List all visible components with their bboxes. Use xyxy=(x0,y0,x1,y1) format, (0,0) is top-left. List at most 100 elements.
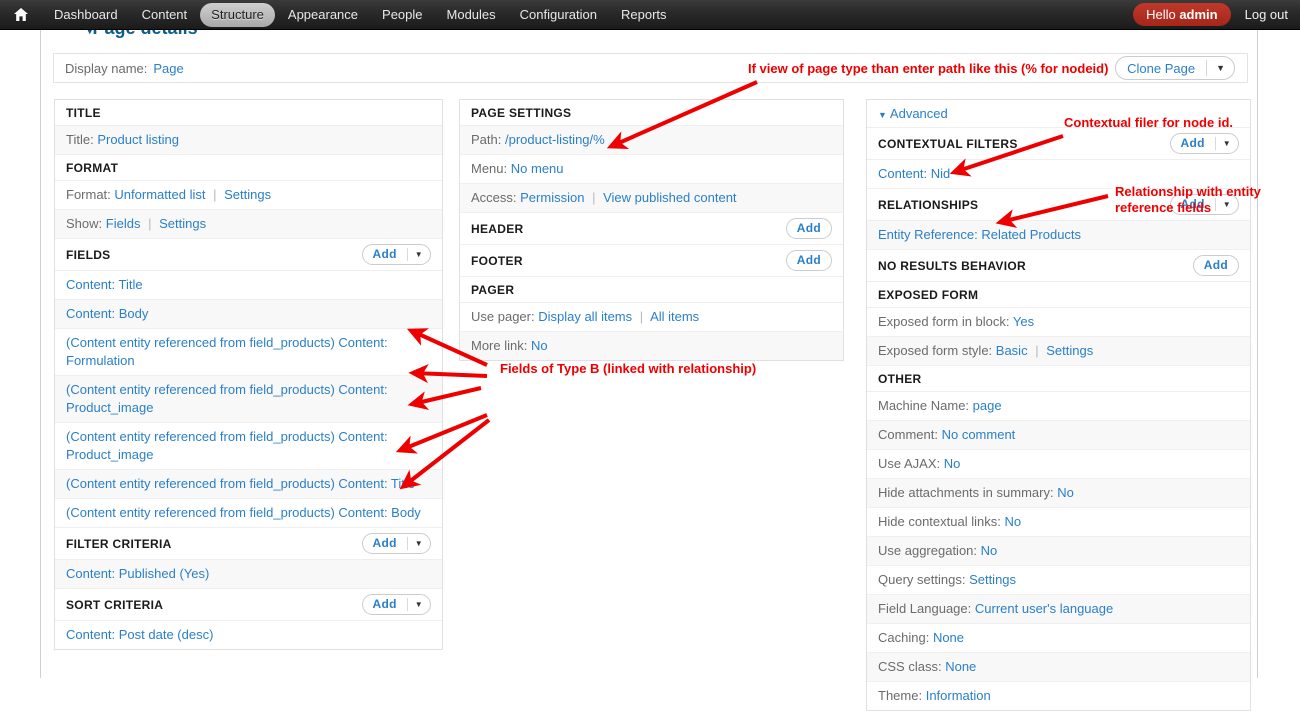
divider: | xyxy=(148,216,152,231)
add-footer-button[interactable]: Add xyxy=(785,250,832,271)
list-item: (Content entity referenced from field_pr… xyxy=(55,470,442,499)
show-settings-link[interactable]: Settings xyxy=(159,216,206,231)
clone-page-button[interactable]: Clone Page ▼ xyxy=(1115,56,1235,80)
annotation-path-text: If view of page type than enter path lik… xyxy=(748,61,1109,76)
other-label: Caching: xyxy=(878,630,930,645)
other-value-link[interactable]: None xyxy=(933,630,964,645)
exposed-block-value-link[interactable]: Yes xyxy=(1013,314,1034,329)
list-item: Content: Title xyxy=(55,271,442,300)
relationship-link[interactable]: Entity Reference: Related Products xyxy=(878,227,1081,242)
display-name-value[interactable]: Page xyxy=(153,61,183,76)
toolbar-item-people[interactable]: People xyxy=(371,3,433,27)
section-page-settings-label: PAGE SETTINGS xyxy=(471,105,572,120)
contextual-filter-link[interactable]: Content: Nid xyxy=(878,166,950,181)
path-value-link[interactable]: /product-listing/% xyxy=(505,132,605,147)
other-label: Use aggregation: xyxy=(878,543,978,558)
row-access: Access: Permission | View published cont… xyxy=(460,184,843,213)
other-value-link[interactable]: Information xyxy=(926,688,991,703)
section-relationships-label: RELATIONSHIPS xyxy=(878,197,979,212)
list-item: (Content entity referenced from field_pr… xyxy=(55,499,442,528)
toolbar-item-modules[interactable]: Modules xyxy=(436,3,507,27)
field-link[interactable]: (Content entity referenced from field_pr… xyxy=(66,429,388,462)
section-filter-criteria-header: FILTER CRITERIA Add ▼ xyxy=(55,528,442,560)
title-value-link[interactable]: Product listing xyxy=(97,132,179,147)
field-link[interactable]: Content: Body xyxy=(66,306,148,321)
format-settings-link[interactable]: Settings xyxy=(224,187,271,202)
other-label: Field Language: xyxy=(878,601,972,616)
section-contextual-filters-header: CONTEXTUAL FILTERS Add ▼ xyxy=(867,128,1250,160)
filter-link[interactable]: Content: Published (Yes) xyxy=(66,566,209,581)
section-exposed-form-header: EXPOSED FORM xyxy=(867,282,1250,308)
section-title-label: TITLE xyxy=(66,105,101,120)
pager-all-items-link[interactable]: All items xyxy=(650,309,699,324)
menu-value-link[interactable]: No menu xyxy=(511,161,564,176)
add-contextual-filter-button[interactable]: Add ▼ xyxy=(1169,133,1239,154)
list-item: Content: Published (Yes) xyxy=(55,560,442,589)
toolbar-item-structure[interactable]: Structure xyxy=(200,2,275,27)
section-page-settings-header: PAGE SETTINGS xyxy=(460,100,843,126)
home-icon[interactable] xyxy=(0,0,42,30)
section-sort-criteria-header: SORT CRITERIA Add ▼ xyxy=(55,589,442,621)
section-title-header: TITLE xyxy=(55,100,442,126)
list-item: (Content entity referenced from field_pr… xyxy=(55,329,442,376)
chevron-down-icon[interactable]: ▼ xyxy=(1207,63,1234,73)
show-value-link[interactable]: Fields xyxy=(106,216,141,231)
field-link[interactable]: (Content entity referenced from field_pr… xyxy=(66,382,388,415)
more-link-value[interactable]: No xyxy=(531,338,548,353)
access-published-link[interactable]: View published content xyxy=(603,190,736,205)
toolbar-item-content[interactable]: Content xyxy=(131,3,199,27)
add-sort-button[interactable]: Add ▼ xyxy=(361,594,431,615)
exposed-style-value-link[interactable]: Basic xyxy=(996,343,1028,358)
exposed-style-settings-link[interactable]: Settings xyxy=(1046,343,1093,358)
divider: | xyxy=(1035,343,1039,358)
add-contextual-filter-label: Add xyxy=(1180,136,1205,150)
sort-link[interactable]: Content: Post date (desc) xyxy=(66,627,213,642)
divider: | xyxy=(213,187,217,202)
toolbar-item-configuration[interactable]: Configuration xyxy=(509,3,608,27)
greeting-username: admin xyxy=(1179,7,1218,22)
row-path: Path: /product-listing/% xyxy=(460,126,843,155)
row-more-link: More link: No xyxy=(460,332,843,360)
toolbar-item-dashboard[interactable]: Dashboard xyxy=(43,3,129,27)
field-link[interactable]: (Content entity referenced from field_pr… xyxy=(66,335,388,368)
add-filter-label: Add xyxy=(372,536,397,550)
use-pager-value-link[interactable]: Display all items xyxy=(538,309,632,324)
field-link[interactable]: Content: Title xyxy=(66,277,143,292)
add-field-button[interactable]: Add ▼ xyxy=(361,244,431,265)
toolbar-item-appearance[interactable]: Appearance xyxy=(277,3,369,27)
middle-column: PAGE SETTINGS Path: /product-listing/% M… xyxy=(459,99,844,361)
other-value-link[interactable]: No xyxy=(981,543,998,558)
annotation-relationship-text: Relationship with entity reference field… xyxy=(1115,184,1261,215)
chevron-down-icon[interactable]: ▼ xyxy=(408,595,430,614)
chevron-down-icon[interactable]: ▼ xyxy=(408,534,430,553)
section-fields-label: FIELDS xyxy=(66,247,111,262)
field-link[interactable]: (Content entity referenced from field_pr… xyxy=(66,505,421,520)
format-value-link[interactable]: Unformatted list xyxy=(114,187,205,202)
other-value-link[interactable]: No comment xyxy=(942,427,1016,442)
add-filter-button[interactable]: Add ▼ xyxy=(361,533,431,554)
add-no-results-button[interactable]: Add xyxy=(1192,255,1239,276)
other-value-link[interactable]: No xyxy=(944,456,961,471)
exposed-block-label: Exposed form in block: xyxy=(878,314,1010,329)
add-field-label: Add xyxy=(372,247,397,261)
other-value-link[interactable]: Current user's language xyxy=(975,601,1113,616)
chevron-down-icon[interactable]: ▼ xyxy=(408,245,430,264)
access-value-link[interactable]: Permission xyxy=(520,190,584,205)
list-item: Content: Body xyxy=(55,300,442,329)
section-no-results-behavior-label: NO RESULTS BEHAVIOR xyxy=(878,258,1026,273)
row-other: Use aggregation: No xyxy=(867,537,1250,566)
chevron-down-icon[interactable]: ▼ xyxy=(1216,134,1238,153)
toolbar-item-reports[interactable]: Reports xyxy=(610,3,678,27)
section-filter-criteria-label: FILTER CRITERIA xyxy=(66,536,172,551)
logout-link[interactable]: Log out xyxy=(1245,7,1288,22)
other-value-link[interactable]: Settings xyxy=(969,572,1016,587)
section-fields-header: FIELDS Add ▼ xyxy=(55,239,442,271)
other-value-link[interactable]: No xyxy=(1057,485,1074,500)
add-header-button[interactable]: Add xyxy=(785,218,832,239)
other-value-link[interactable]: No xyxy=(1004,514,1021,529)
other-value-link[interactable]: page xyxy=(973,398,1002,413)
field-link[interactable]: (Content entity referenced from field_pr… xyxy=(66,476,415,491)
other-value-link[interactable]: None xyxy=(945,659,976,674)
use-pager-label: Use pager: xyxy=(471,309,535,324)
clone-page-label: Clone Page xyxy=(1127,60,1196,76)
